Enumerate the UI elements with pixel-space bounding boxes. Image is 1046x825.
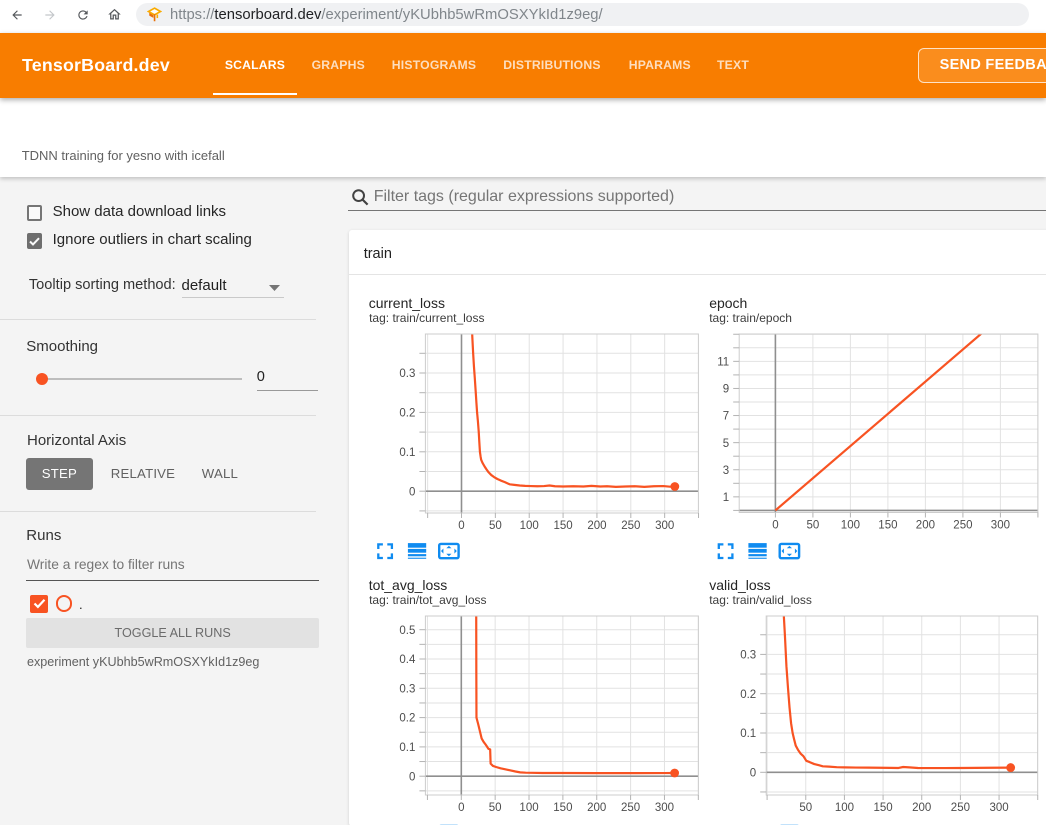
svg-text:9: 9 — [723, 384, 729, 396]
svg-text:0.2: 0.2 — [399, 713, 415, 725]
svg-text:0.4: 0.4 — [399, 654, 416, 666]
svg-text:250: 250 — [953, 520, 972, 532]
svg-text:5: 5 — [723, 438, 729, 450]
svg-text:100: 100 — [835, 802, 854, 814]
svg-text:0: 0 — [458, 520, 464, 532]
svg-text:200: 200 — [916, 520, 935, 532]
svg-text:300: 300 — [655, 802, 674, 814]
svg-text:100: 100 — [520, 520, 539, 532]
svg-text:200: 200 — [587, 520, 606, 532]
svg-text:250: 250 — [621, 802, 640, 814]
svg-text:0.3: 0.3 — [399, 368, 415, 380]
svg-text:50: 50 — [489, 520, 502, 532]
svg-text:0: 0 — [409, 771, 415, 783]
svg-text:0.3: 0.3 — [399, 683, 415, 695]
svg-text:3: 3 — [723, 465, 729, 477]
svg-text:150: 150 — [873, 802, 892, 814]
svg-text:100: 100 — [841, 520, 860, 532]
svg-text:250: 250 — [621, 520, 640, 532]
svg-text:0: 0 — [458, 802, 464, 814]
svg-text:300: 300 — [989, 802, 1008, 814]
svg-text:300: 300 — [655, 520, 674, 532]
svg-text:11: 11 — [717, 356, 729, 368]
svg-text:0.2: 0.2 — [399, 408, 415, 420]
svg-text:0.1: 0.1 — [740, 728, 756, 740]
svg-text:0: 0 — [772, 520, 778, 532]
svg-text:0.1: 0.1 — [399, 742, 415, 754]
svg-text:100: 100 — [519, 802, 538, 814]
svg-text:0.1: 0.1 — [399, 447, 415, 459]
svg-text:0.2: 0.2 — [740, 689, 756, 701]
svg-text:1: 1 — [723, 492, 729, 504]
svg-text:7: 7 — [723, 411, 729, 423]
svg-text:0.5: 0.5 — [399, 625, 415, 637]
svg-text:50: 50 — [807, 520, 820, 532]
svg-text:200: 200 — [587, 802, 606, 814]
svg-text:300: 300 — [991, 520, 1010, 532]
svg-text:0: 0 — [409, 486, 415, 498]
svg-text:200: 200 — [912, 802, 931, 814]
svg-text:50: 50 — [489, 802, 502, 814]
svg-text:0: 0 — [750, 767, 756, 779]
svg-text:50: 50 — [799, 802, 812, 814]
svg-text:150: 150 — [878, 520, 897, 532]
svg-text:150: 150 — [553, 520, 572, 532]
svg-text:0.3: 0.3 — [740, 650, 756, 662]
svg-text:250: 250 — [951, 802, 970, 814]
svg-text:150: 150 — [553, 802, 572, 814]
